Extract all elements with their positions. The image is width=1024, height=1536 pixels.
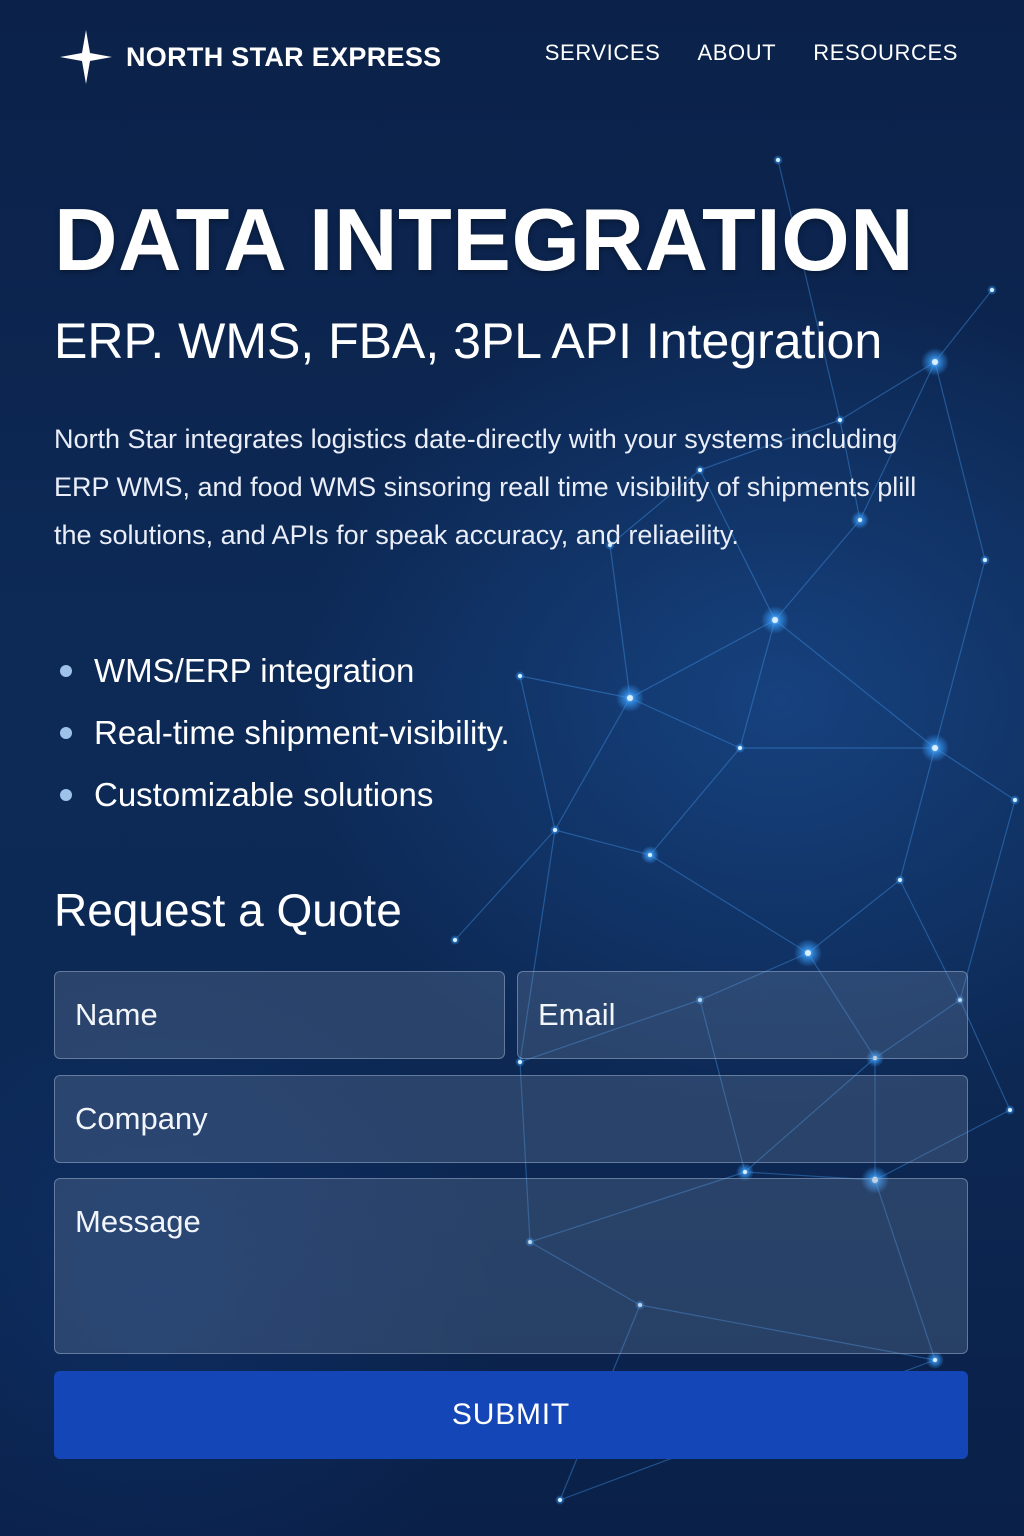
network-node-glow [921,348,949,376]
network-node-glow [616,684,644,712]
submit-button[interactable]: SUBMIT [54,1371,968,1459]
brand-name: NORTH STAR EXPRESS [126,41,442,72]
network-line [454,829,556,941]
nav-links: SERVICES ABOUT RESOURCES [545,40,958,66]
intro-paragraph: North Star integrates logistics date-dir… [54,424,917,550]
network-node-glow [980,555,990,565]
network-line [629,697,741,749]
network-node-glow [641,846,659,864]
network-node [738,746,742,750]
network-node [743,1170,747,1174]
network-node [983,558,987,562]
network-node [553,828,557,832]
network-line [839,361,936,421]
network-node [518,674,522,678]
network-node [648,853,652,857]
network-line [959,799,1016,1001]
network-line [739,619,776,749]
network-node-glow [550,825,560,835]
network-line [554,697,631,831]
network-node-glow [761,606,789,634]
network-line [609,544,631,699]
network-node [1008,1108,1012,1112]
list-item: Customizable solutions [54,769,510,831]
network-line [519,675,556,831]
network-line [629,619,776,699]
network-line [554,829,651,856]
network-node-glow [921,734,949,762]
feature-label: Customizable solutions [94,776,434,813]
name-field[interactable] [54,971,505,1059]
network-node [898,878,902,882]
company-field[interactable] [54,1075,968,1163]
network-line [649,747,741,856]
network-node [933,1358,937,1362]
network-node [1013,798,1017,802]
network-node-glow [450,935,460,945]
bullet-icon [60,665,72,677]
list-item: Real-time shipment-visibility. [54,707,510,769]
network-line [934,559,986,749]
feature-label: Real-time shipment-visibility. [94,714,510,751]
network-node [776,158,780,162]
network-node [518,1060,522,1064]
page-title: DATA INTEGRATION [54,190,915,289]
network-line [807,879,901,954]
brand[interactable]: NORTH STAR EXPRESS [58,28,441,86]
nav-link-about[interactable]: ABOUT [697,40,776,66]
network-node-glow [987,285,997,295]
network-node [932,359,938,365]
network-node-glow [515,671,525,681]
bullet-icon [60,727,72,739]
network-node-glow [794,939,822,967]
network-line [899,747,936,881]
nav-link-services[interactable]: SERVICES [545,40,661,66]
email-field[interactable] [517,971,968,1059]
network-node [805,950,811,956]
top-nav: NORTH STAR EXPRESS SERVICES ABOUT RESOUR… [0,0,1024,112]
network-node [990,288,994,292]
network-node [772,617,778,623]
network-node-glow [555,1495,565,1505]
network-node-glow [1005,1105,1015,1115]
four-point-star-icon [60,30,112,84]
network-line [934,747,1016,801]
list-item: WMS/ERP integration [54,645,510,707]
network-node [627,695,633,701]
network-node [932,745,938,751]
feature-label: WMS/ERP integration [94,652,415,689]
network-line [649,854,809,954]
network-node-glow [895,875,905,885]
bullet-icon [60,789,72,801]
network-node-glow [773,155,783,165]
network-node-glow [735,743,745,753]
quote-form-title: Request a Quote [54,884,402,936]
network-line [934,289,993,363]
network-node [558,1498,562,1502]
network-line [934,361,986,561]
network-line [519,675,631,699]
nav-link-resources[interactable]: RESOURCES [813,40,958,66]
network-node-glow [1010,795,1020,805]
network-node [453,938,457,942]
page-subtitle: ERP. WMS, FBA, 3PL API Integration [54,313,883,369]
message-field[interactable] [54,1178,968,1354]
feature-list: WMS/ERP integration Real-time shipment-v… [54,645,510,831]
network-line [774,619,936,749]
